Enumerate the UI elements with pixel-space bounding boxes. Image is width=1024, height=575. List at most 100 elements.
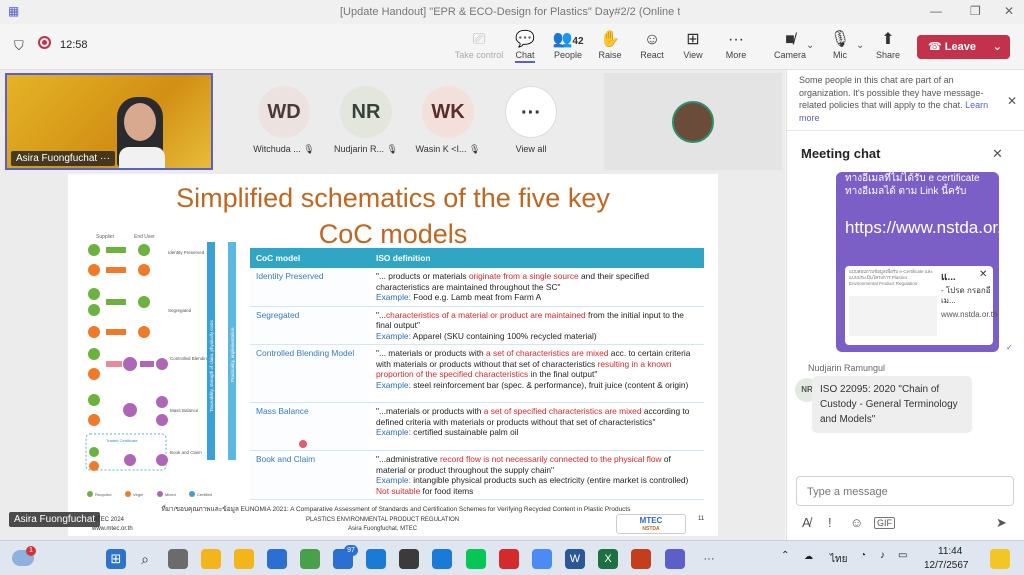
org-policy-notice: Some people in this chat are part of an …	[799, 75, 989, 123]
card-link[interactable]: https://www.nstda.or.th/r/iZ95D	[845, 216, 999, 239]
practicality-label: Practicality, implementation	[230, 327, 235, 382]
controlled-blending-row: Controlled Blending	[88, 348, 210, 380]
clock-time[interactable]: 11:44	[938, 546, 962, 557]
priority-icon[interactable]: !	[828, 515, 832, 530]
people-count: 42	[572, 36, 584, 47]
format-icon[interactable]: A̸	[802, 515, 811, 530]
acrobat-icon[interactable]	[499, 549, 519, 569]
search-icon[interactable]: ⌕	[135, 549, 155, 569]
maximize-icon[interactable]: ❐	[970, 4, 981, 18]
table-row: Book and Claim "...administrative record…	[250, 450, 704, 500]
shirt	[119, 147, 165, 168]
close-notice-icon[interactable]: ✕	[1007, 94, 1017, 108]
file-explorer-icon[interactable]	[201, 549, 221, 569]
traded-certificate-label: Traded Certificate	[106, 438, 138, 443]
send-icon[interactable]: ➤	[996, 515, 1007, 531]
clock-date[interactable]: 12/7/2567	[924, 560, 969, 571]
participant-video-tile[interactable]	[604, 73, 782, 170]
edge-icon[interactable]	[366, 549, 386, 569]
svg-text:Certified: Certified	[197, 492, 212, 497]
close-icon[interactable]: ✕	[1004, 4, 1014, 18]
powerpoint-icon[interactable]	[631, 549, 651, 569]
link-preview[interactable]: แบบสอบถามข้อมูลเพื่อรับ e-Certificate แล…	[845, 266, 998, 345]
chrome-icon[interactable]	[532, 549, 552, 569]
folder-icon[interactable]	[234, 549, 254, 569]
table-header: CoC model ISO definition	[250, 248, 704, 268]
onedrive-icon[interactable]: ☁	[804, 551, 813, 562]
preview-title: แ...	[941, 272, 956, 283]
table-row: Controlled Blending Model "... materials…	[250, 344, 704, 403]
identity-preserved-row: Identity Preserved	[88, 244, 205, 276]
close-preview-icon[interactable]: ✕	[979, 269, 987, 280]
ellipsis-icon: ···	[728, 31, 744, 48]
chat-message-card: ทางอีเมลที่ไม่ได้รับ e certificate ทางอี…	[836, 172, 999, 352]
self-video-tile[interactable]: Asira Fuongfuchat ···	[5, 73, 213, 170]
preview-subtitle: - โปรด กรอกอีเม...	[941, 286, 991, 305]
meeting-chat-panel: Some people in this chat are part of an …	[786, 70, 1024, 540]
gif-icon[interactable]: GIF	[874, 517, 895, 529]
preview-url: www.nstda.or.th	[941, 310, 998, 319]
chat-title: Meeting chat	[801, 146, 881, 161]
coc-models-table: CoC model ISO definition Identity Preser…	[250, 248, 704, 500]
camera-chevron-icon[interactable]: ⌄	[806, 40, 814, 51]
table-row: Identity Preserved "... products or mate…	[250, 268, 704, 307]
message-input[interactable]: Type a message	[796, 476, 1014, 506]
take-control-button[interactable]: ⎚ Take control	[454, 30, 504, 60]
leave-button[interactable]: ☎ Leave ⌄	[917, 35, 1010, 59]
ellipsis-icon[interactable]: ···	[100, 153, 110, 164]
mail-badge: 97	[344, 545, 358, 556]
read-receipt-icon: ✓	[1006, 343, 1013, 352]
minimize-icon[interactable]: —	[930, 4, 942, 18]
slide-footer: ที่มา/ขอบคุณภาพและข้อมูล EUNOMIA 2021: A…	[76, 504, 716, 534]
more-apps-icon[interactable]: ···	[699, 549, 719, 569]
more-button[interactable]: ··· More	[711, 30, 761, 60]
battery-icon[interactable]: ▭	[898, 550, 907, 561]
close-chat-icon[interactable]: ✕	[992, 146, 1003, 162]
store-icon[interactable]	[399, 549, 419, 569]
shield-icon: ⛉	[14, 38, 24, 53]
line-icon[interactable]	[466, 549, 486, 569]
copilot-icon[interactable]	[990, 549, 1010, 569]
end-user-label: End User	[134, 234, 155, 240]
chevron-up-icon[interactable]: ⌃	[781, 550, 789, 561]
mass-balance-row: Mass Balance	[88, 394, 199, 426]
avatar: WK	[422, 86, 474, 138]
page-number: 11	[698, 516, 705, 522]
language-indicator[interactable]: ไทย	[830, 552, 847, 567]
browser-icon[interactable]	[300, 549, 320, 569]
participant-tile[interactable]: WD Witchuda ... 🎙	[248, 86, 320, 155]
mtec-logo: MTEC NSTDA	[616, 514, 686, 534]
word-icon[interactable]: W	[565, 549, 585, 569]
outlook-icon[interactable]	[432, 549, 452, 569]
svg-text:Mixed: Mixed	[165, 492, 176, 497]
chat-message: ISO 22095: 2020 "Chain of Custody - Gene…	[812, 376, 972, 433]
weather-badge: 1	[26, 546, 36, 556]
leave-chevron-icon[interactable]: ⌄	[993, 35, 1002, 59]
table-row: Segregated "...characteristics of a mate…	[250, 306, 704, 345]
speaker-icon[interactable]: ♪	[880, 550, 885, 561]
participant-tile[interactable]: WK Wasin K <I... 🎙	[412, 86, 484, 155]
view-all-button[interactable]: ··· View all	[495, 86, 567, 154]
diagram-legend: Recycled Virgin Mixed Certified	[87, 491, 212, 497]
window-title: [Update Handout] "EPR & ECO-Design for P…	[340, 6, 680, 18]
calendar-icon[interactable]	[267, 549, 287, 569]
ellipsis-icon: ···	[505, 86, 557, 138]
teams-taskbar-icon[interactable]	[665, 549, 685, 569]
avatar: WD	[258, 86, 310, 138]
take-control-icon: ⎚	[472, 31, 486, 48]
presenter-name-tag: Asira Fuongfuchat	[9, 512, 101, 527]
wifi-icon[interactable]: ◔	[860, 550, 866, 561]
share-button[interactable]: ⬆ Share	[863, 30, 913, 60]
divider	[787, 130, 1024, 131]
task-view-icon[interactable]	[168, 549, 188, 569]
svg-text:Recycled: Recycled	[95, 492, 111, 497]
excel-icon[interactable]: X	[598, 549, 618, 569]
segregated-label: Segregated	[168, 308, 192, 313]
laser-pointer-icon	[299, 440, 307, 448]
slide-source: ที่มา/ขอบคุณภาพและข้อมูล EUNOMIA 2021: A…	[161, 506, 631, 513]
teams-icon: ▦	[8, 4, 20, 18]
participant-tile[interactable]: NR Nudjarin R... 🎙	[330, 86, 402, 155]
self-name-tag: Asira Fuongfuchat ···	[11, 151, 115, 166]
start-icon[interactable]: ⊞	[106, 549, 126, 569]
emoji-icon[interactable]: ☺	[850, 515, 863, 530]
